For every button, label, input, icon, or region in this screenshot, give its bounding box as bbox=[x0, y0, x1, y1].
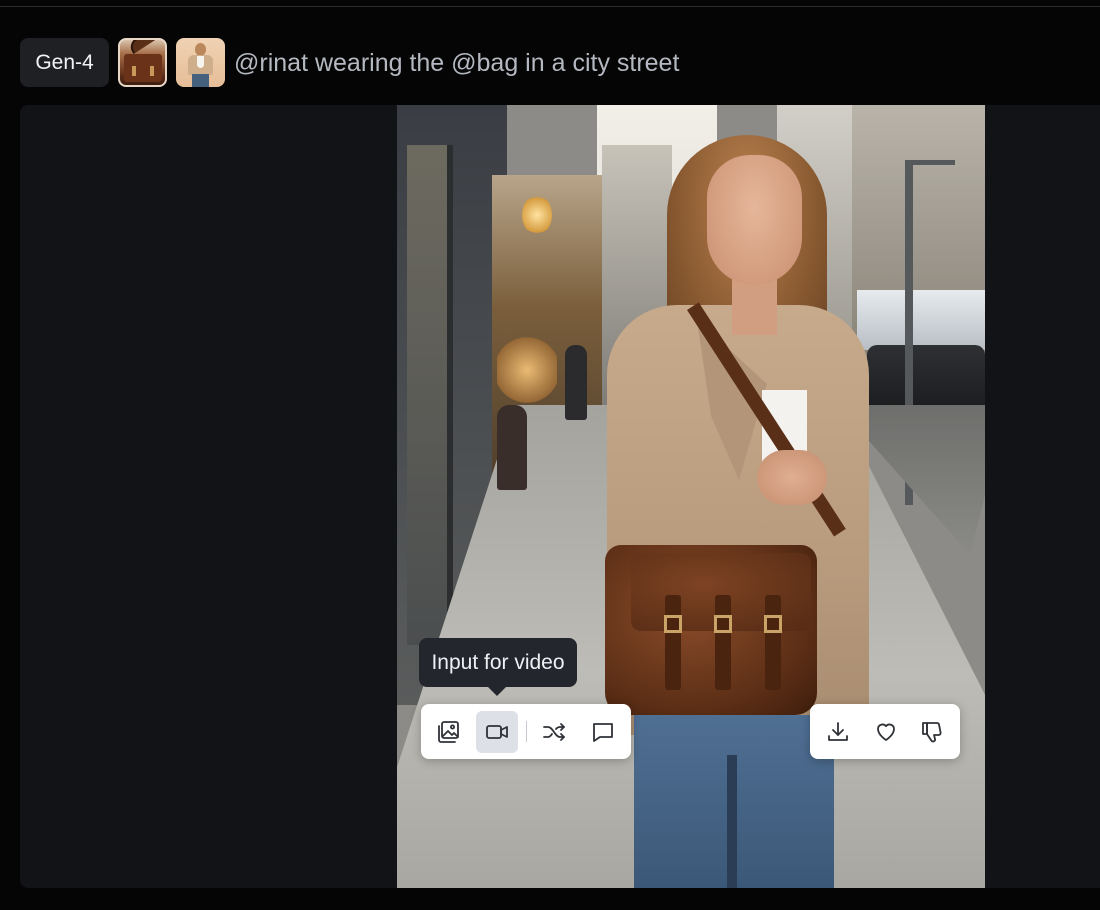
video-input-button[interactable] bbox=[476, 711, 518, 753]
prompt-text: @rinat wearing the @bag in a city street bbox=[234, 49, 680, 77]
top-divider bbox=[0, 6, 1100, 7]
image-input-icon bbox=[438, 721, 459, 743]
like-button[interactable] bbox=[865, 711, 907, 753]
generated-image[interactable]: Input for video bbox=[397, 105, 985, 888]
model-chip[interactable]: Gen-4 bbox=[20, 38, 109, 87]
shuffle-button[interactable] bbox=[533, 711, 575, 753]
bag-reference-thumbnail[interactable] bbox=[118, 38, 167, 87]
download-button[interactable] bbox=[817, 711, 859, 753]
person-reference-thumbnail[interactable] bbox=[176, 38, 225, 87]
chat-bubble-icon bbox=[593, 723, 613, 742]
output-actions-right bbox=[810, 704, 960, 759]
dislike-button[interactable] bbox=[911, 711, 953, 753]
output-actions-left bbox=[421, 704, 631, 759]
shuffle-icon bbox=[543, 723, 565, 741]
image-input-button[interactable] bbox=[427, 711, 469, 753]
tooltip-arrow bbox=[487, 686, 507, 696]
street-scene bbox=[397, 105, 985, 888]
output-canvas: Input for video bbox=[20, 105, 1100, 888]
thumbs-down-icon bbox=[922, 722, 942, 743]
video-camera-icon bbox=[486, 725, 508, 739]
heart-icon bbox=[877, 723, 895, 741]
download-icon bbox=[828, 722, 848, 741]
chat-button[interactable] bbox=[582, 711, 624, 753]
tooltip: Input for video bbox=[419, 638, 577, 687]
toolbar-separator bbox=[526, 721, 527, 742]
